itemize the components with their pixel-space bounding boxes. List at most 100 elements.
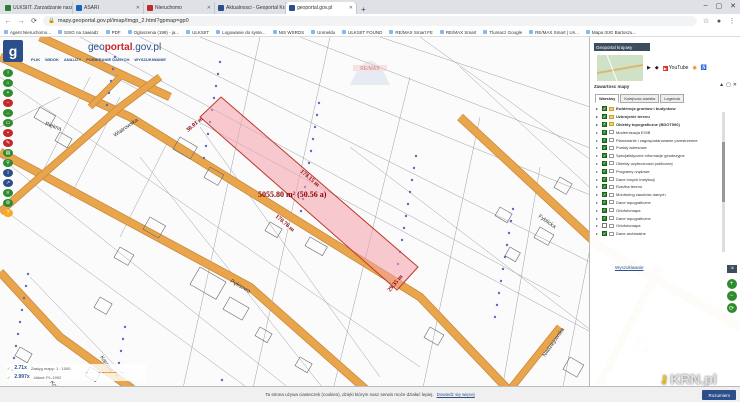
forward-icon[interactable]: → — [17, 18, 25, 25]
layer-item[interactable]: ▸ ✓ Rzeźba terenu — [596, 183, 723, 191]
rss-icon[interactable]: ◉ — [692, 65, 696, 71]
pin-icon[interactable]: • — [3, 129, 13, 137]
expand-arrow-icon[interactable]: ▸ — [596, 145, 600, 150]
layer-item[interactable]: ▸ ✓ Ewidencja gruntow i budynkow — [596, 105, 723, 113]
layer-checkbox[interactable]: ✓ — [602, 168, 607, 174]
layer-item[interactable]: ▸ ✓ Dane topograficzne — [596, 214, 723, 222]
browser-tab[interactable]: geoportal.gov.pl ✕ — [286, 2, 357, 14]
panel-tab[interactable]: Legenda — [660, 94, 684, 103]
profile-icon[interactable]: ● — [715, 18, 723, 25]
new-tab-button[interactable]: + — [357, 5, 370, 14]
cookie-more-link[interactable]: Dowiedz się więcej — [437, 392, 475, 397]
layer-checkbox[interactable]: ✓ — [602, 145, 607, 151]
thumbnail-map-icon[interactable] — [597, 55, 643, 81]
browser-tab[interactable]: Nieruchomo ✕ — [144, 2, 215, 14]
bookmark-item[interactable]: RE/MAX Smart | Un... — [529, 30, 579, 35]
expand-arrow-icon[interactable]: ▸ — [596, 161, 600, 166]
map-nav-button[interactable]: ⟳ — [726, 303, 737, 313]
maximize-icon[interactable]: ▢ — [716, 2, 723, 10]
layer-item[interactable]: ▸ ✓ Modernizacja EGiB — [596, 128, 723, 136]
check-icon[interactable]: ✓ — [7, 366, 10, 371]
layer-item[interactable]: ▸ ✓ Programy rządowe — [596, 167, 723, 175]
expand-arrow-icon[interactable]: ▸ — [596, 223, 600, 228]
expand-arrow-icon[interactable]: ▸ — [596, 216, 600, 221]
expand-arrow-icon[interactable]: ▸ — [596, 200, 600, 205]
ruler-icon[interactable]: ↔ — [3, 109, 13, 117]
geoportal-logo[interactable]: g — [3, 40, 23, 62]
apple-icon[interactable]: ◆ — [655, 65, 659, 71]
area-icon[interactable]: ▭ — [3, 119, 13, 127]
expand-arrow-icon[interactable]: ▸ — [596, 208, 600, 213]
bookmark-item[interactable]: NIS WSRDS — [272, 30, 304, 35]
youtube-link[interactable]: ▶ YouTube — [662, 65, 688, 71]
menu-item[interactable]: WYSZUKIWANIE — [134, 57, 166, 62]
layer-item[interactable]: ▸ ✓ Ortofotomapa — [596, 206, 723, 214]
layer-item[interactable]: ▸ ✓ Dane topograficzne — [596, 199, 723, 207]
zoom-out-icon[interactable]: − — [3, 99, 13, 107]
home-icon[interactable]: ⌂ — [3, 79, 13, 87]
layer-checkbox[interactable]: ✓ — [602, 176, 607, 182]
layer-item[interactable]: ▸ ✓ Obiekty topograficzne (BDOT500) — [596, 121, 723, 129]
browser-tab[interactable]: ASARI ✕ — [73, 2, 144, 14]
share-icon[interactable]: ↗ — [3, 179, 13, 187]
layer-checkbox[interactable]: ✓ — [602, 215, 607, 221]
tab-close-icon[interactable]: ✕ — [207, 5, 211, 11]
settings-icon[interactable]: ⚙ — [3, 199, 13, 207]
cookie-accept-button[interactable]: Rozumiem — [702, 390, 736, 400]
menu-item[interactable]: POBIERANIE DANYCH — [86, 57, 129, 62]
info-icon[interactable]: i — [3, 169, 13, 177]
layer-item[interactable]: ▸ ✓ Uzbrojenie terenu — [596, 113, 723, 121]
layer-checkbox[interactable]: ✓ — [602, 231, 607, 237]
layer-checkbox[interactable]: ✓ — [602, 199, 607, 205]
menu-icon[interactable]: ⋮ — [728, 17, 736, 25]
expand-icon[interactable]: ▢ — [726, 82, 731, 88]
layers-icon[interactable]: ≡ — [3, 189, 13, 197]
expand-arrow-icon[interactable]: ▸ — [596, 169, 600, 174]
close-icon[interactable]: ✕ — [730, 2, 736, 10]
panel-resize-icon[interactable]: ⇲ — [727, 265, 737, 273]
browser-tab[interactable]: ULKSIIT. Zarzadzanie narzedzi...✕ — [2, 2, 73, 14]
expand-arrow-icon[interactable]: ▸ — [596, 138, 600, 143]
close-panel-icon[interactable]: ✕ — [733, 82, 737, 88]
print-icon[interactable]: ▤ — [3, 149, 13, 157]
layer-checkbox[interactable]: ✓ — [602, 106, 607, 112]
scrollbar-thumb[interactable] — [722, 142, 725, 202]
minimize-icon[interactable]: – — [704, 2, 708, 10]
url-field[interactable]: 🔒 mapy.geoportal.gov.pl/imap/Imgp_2.html… — [43, 16, 697, 26]
map-nav-button[interactable]: − — [726, 291, 737, 301]
menu-item[interactable]: WIDOK — [45, 57, 59, 62]
bookmark-item[interactable]: PDF — [105, 30, 121, 35]
bookmark-item[interactable]: Logowanie do syste... — [216, 30, 266, 35]
layer-checkbox[interactable]: ✓ — [602, 121, 607, 127]
layer-checkbox[interactable]: ✓ — [602, 184, 607, 190]
expand-arrow-icon[interactable]: ▸ — [596, 192, 600, 197]
panel-tab[interactable]: Warstwy — [595, 94, 620, 103]
tab-close-icon[interactable]: ✕ — [136, 5, 140, 11]
reload-icon[interactable]: ⟳ — [30, 17, 38, 25]
layer-item[interactable]: ▸ ✓ Specjalistyczne informacje geodezyjne — [596, 152, 723, 160]
layer-item[interactable]: ▸ ✓ Planowanie i zagospodarowanie przestrz… — [596, 136, 723, 144]
bookmark-item[interactable]: Mapa ISIG Bartoszu... — [585, 30, 636, 35]
zoom-in-icon[interactable]: + — [3, 89, 13, 97]
menu-item[interactable]: ANALIZY — [64, 57, 81, 62]
layer-checkbox[interactable]: ✓ — [602, 153, 607, 159]
bookmark-item[interactable]: Unmeldu — [311, 30, 335, 35]
expand-arrow-icon[interactable]: ▸ — [596, 153, 600, 158]
map-nav-button[interactable]: + — [726, 279, 737, 289]
expand-arrow-icon[interactable]: ▸ — [596, 114, 600, 119]
layer-checkbox[interactable] — [602, 223, 607, 229]
bookmark-item[interactable]: ULKSIIT — [186, 30, 209, 35]
bookmark-item[interactable]: RE/MAX Smart — [439, 30, 476, 35]
layer-checkbox[interactable]: ✓ — [602, 160, 607, 166]
bookmark-item[interactable]: Ogloszenia (198) - ja... — [127, 30, 179, 35]
expand-arrow-icon[interactable]: ▸ — [596, 177, 600, 182]
panel-tab[interactable]: Kolejnosc warstw — [620, 94, 660, 103]
expand-arrow-icon[interactable]: ▸ — [596, 106, 600, 111]
bookmark-item[interactable]: SSIG na zawiadz — [58, 30, 99, 35]
layer-item[interactable]: ▸ Ortofotomapa — [596, 222, 723, 230]
check-icon[interactable]: ✓ — [7, 375, 10, 380]
collapse-icon[interactable]: ▲ — [719, 82, 724, 88]
menu-item[interactable]: PLIK — [31, 57, 40, 62]
layer-checkbox[interactable]: ✓ — [602, 207, 607, 213]
layer-checkbox[interactable]: ✓ — [602, 192, 607, 198]
